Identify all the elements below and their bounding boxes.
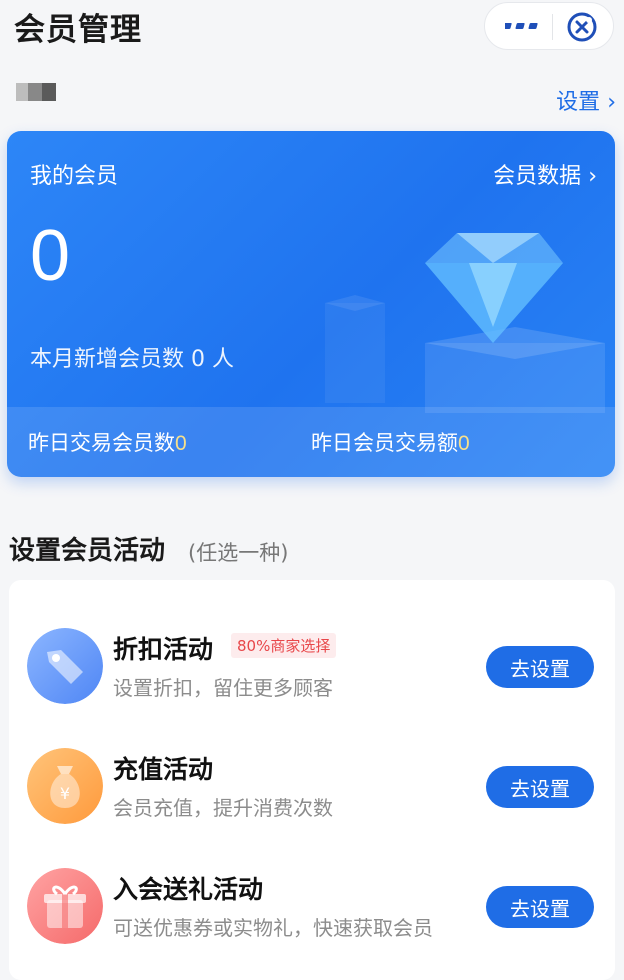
activities-list: 折扣活动 80%商家选择 设置折扣，留住更多顾客 去设置 ¥ 充值活动 会员充值… bbox=[9, 580, 615, 980]
activity-title: 入会送礼活动 bbox=[113, 875, 264, 904]
svg-text:¥: ¥ bbox=[60, 784, 70, 803]
my-members-label: 我的会员 bbox=[30, 164, 119, 189]
store-name-redacted bbox=[16, 83, 56, 101]
yesterday-amount-value: 0 bbox=[458, 432, 470, 455]
settings-label: 设置 bbox=[556, 90, 601, 115]
activity-desc: 设置折扣，留住更多顾客 bbox=[113, 676, 333, 700]
page-title: 会员管理 bbox=[14, 12, 142, 48]
yesterday-amount-label: 昨日会员交易额 bbox=[311, 431, 458, 455]
activity-title: 折扣活动 bbox=[113, 635, 214, 664]
chevron-right-icon: › bbox=[588, 164, 597, 189]
activity-desc: 会员充值，提升消费次数 bbox=[113, 796, 333, 820]
activities-section-title: 设置会员活动 bbox=[9, 536, 166, 566]
member-summary-card: 我的会员 会员数据 › 0 本月新增会员数 0 人 昨日交易会员数0 昨日会员交… bbox=[7, 131, 615, 477]
money-bag-icon: ¥ bbox=[27, 748, 103, 824]
setup-join-gift-button[interactable]: 去设置 bbox=[486, 886, 594, 928]
month-new-value: 0 bbox=[191, 347, 206, 372]
gift-box-icon bbox=[27, 868, 103, 944]
popularity-badge: 80%商家选择 bbox=[231, 633, 337, 658]
yesterday-amount-stat: 昨日会员交易额0 bbox=[311, 427, 470, 457]
close-target-icon[interactable] bbox=[565, 10, 599, 44]
yesterday-members-value: 0 bbox=[175, 432, 187, 455]
member-data-label: 会员数据 bbox=[493, 164, 582, 189]
list-item-discount: 折扣活动 80%商家选择 设置折扣，留住更多顾客 去设置 bbox=[9, 628, 615, 738]
mini-program-capsule bbox=[484, 2, 614, 50]
capsule-divider bbox=[552, 14, 553, 40]
month-new-members: 本月新增会员数 0 人 bbox=[30, 341, 234, 373]
setup-recharge-button[interactable]: 去设置 bbox=[486, 766, 594, 808]
yesterday-members-stat: 昨日交易会员数0 bbox=[28, 427, 187, 457]
member-count: 0 bbox=[30, 216, 71, 296]
activity-title: 充值活动 bbox=[113, 755, 214, 784]
more-dots-icon[interactable] bbox=[505, 15, 541, 37]
chevron-right-icon: › bbox=[607, 90, 616, 115]
member-data-link[interactable]: 会员数据 › bbox=[493, 158, 597, 190]
setup-discount-button[interactable]: 去设置 bbox=[486, 646, 594, 688]
activities-section-subtitle: (任选一种) bbox=[188, 541, 289, 565]
month-new-label: 本月新增会员数 bbox=[30, 347, 185, 372]
yesterday-members-label: 昨日交易会员数 bbox=[28, 431, 175, 455]
month-new-unit: 人 bbox=[212, 347, 235, 372]
top-bar: 会员管理 bbox=[0, 0, 624, 64]
settings-link[interactable]: 设置 › bbox=[556, 84, 616, 116]
list-item-recharge: ¥ 充值活动 会员充值，提升消费次数 去设置 bbox=[9, 748, 615, 858]
activity-desc: 可送优惠券或实物礼，快速获取会员 bbox=[113, 916, 433, 940]
discount-tag-icon bbox=[27, 628, 103, 704]
